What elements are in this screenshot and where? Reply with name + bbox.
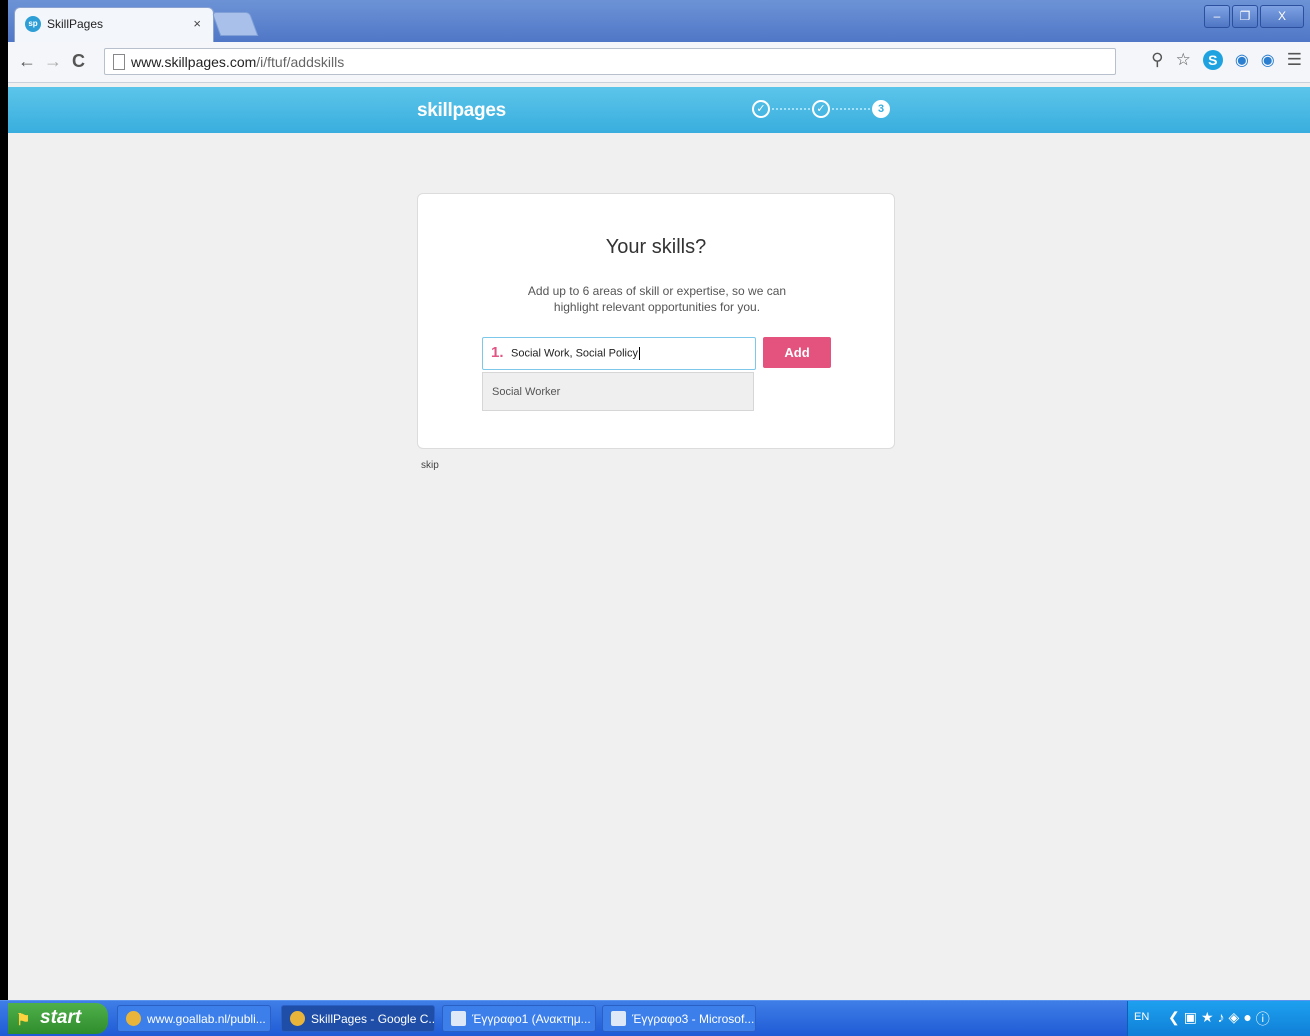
- step-connector: [772, 108, 810, 110]
- step-3-current: 3: [872, 100, 890, 118]
- skill-input[interactable]: 1. Social Work, Social Policy: [482, 337, 756, 370]
- step-connector: [832, 108, 870, 110]
- tab-skillpages[interactable]: sp SkillPages ×: [14, 7, 214, 42]
- chrome-icon: [126, 1011, 141, 1026]
- skill-input-text: Social Work, Social Policy: [511, 347, 638, 360]
- new-tab-button[interactable]: [211, 12, 259, 36]
- tab-strip: sp SkillPages × – ❐ X: [8, 0, 1310, 42]
- word-icon: [451, 1011, 466, 1026]
- page-icon: [113, 54, 125, 70]
- task-label: www.goallab.nl/publi...: [147, 1012, 266, 1026]
- task-label: Έγγραφο1 (Ανακτημ...: [472, 1012, 591, 1026]
- progress-steps: ✓ ✓ 3: [752, 97, 890, 121]
- info-icon[interactable]: ⓘ: [1256, 1009, 1270, 1029]
- restore-button[interactable]: ❐: [1232, 5, 1258, 28]
- text-cursor: [638, 347, 640, 360]
- site-header: skillpages ✓ ✓ 3: [8, 87, 1310, 133]
- skills-description: Add up to 6 areas of skill or expertise,…: [527, 284, 787, 314]
- skills-card: Your skills? Add up to 6 areas of skill …: [417, 193, 895, 449]
- taskbar-item-skillpages[interactable]: SkillPages - Google C...: [281, 1005, 435, 1032]
- tray-icons: ❮ ▣ ★ ♪ ◈ ● ⓘ: [1168, 1009, 1270, 1029]
- window-controls: – ❐ X: [1204, 5, 1304, 28]
- language-indicator[interactable]: EN: [1134, 1011, 1149, 1023]
- star-icon[interactable]: ☆: [1176, 50, 1191, 70]
- word-icon: [611, 1011, 626, 1026]
- skill-number: 1.: [491, 344, 504, 361]
- windows-taskbar: ⚑ start www.goallab.nl/publi... SkillPag…: [0, 1000, 1310, 1036]
- tab-title: SkillPages: [47, 17, 104, 31]
- start-label: start: [40, 1007, 82, 1028]
- browser-toolbar: ← → C www.skillpages.com/i/ftuf/addskill…: [8, 42, 1310, 83]
- autocomplete-dropdown: Social Worker: [482, 372, 754, 411]
- url-text: www.skillpages.com/i/ftuf/addskills: [131, 54, 344, 70]
- skillpages-favicon-icon: sp: [25, 16, 41, 32]
- extension-icon-2[interactable]: ◉: [1261, 50, 1275, 70]
- task-label: Έγγραφο3 - Microsof...: [632, 1012, 755, 1026]
- windows-logo-icon: ⚑: [16, 1012, 31, 1029]
- tray-expand-icon[interactable]: ❮: [1168, 1009, 1180, 1029]
- site-logo[interactable]: skillpages: [417, 100, 506, 122]
- start-button[interactable]: ⚑ start: [8, 1003, 108, 1034]
- security-icon[interactable]: ◈: [1229, 1009, 1240, 1029]
- skill-input-value: Social Work, Social Policy: [511, 347, 640, 360]
- tab-close-icon[interactable]: ×: [193, 16, 201, 31]
- skip-link[interactable]: skip: [421, 460, 439, 471]
- close-window-button[interactable]: X: [1260, 5, 1304, 28]
- back-arrow-icon[interactable]: ←: [18, 51, 36, 72]
- toolbar-icons: ⚲ ☆ S ◉ ◉ ☰: [1151, 50, 1302, 70]
- address-bar[interactable]: www.skillpages.com/i/ftuf/addskills: [104, 48, 1116, 75]
- suggestion-item[interactable]: Social Worker: [492, 386, 560, 398]
- minimize-button[interactable]: –: [1204, 5, 1230, 28]
- update-icon[interactable]: ●: [1243, 1009, 1251, 1029]
- menu-icon[interactable]: ☰: [1287, 50, 1302, 70]
- step-2-check-icon: ✓: [812, 100, 830, 118]
- page-title: Your skills?: [605, 236, 707, 258]
- zoom-icon[interactable]: ⚲: [1151, 50, 1163, 70]
- system-tray: EN ❮ ▣ ★ ♪ ◈ ● ⓘ: [1127, 1001, 1310, 1036]
- url-host: www.skillpages.com: [131, 54, 257, 70]
- taskbar-item-word-2[interactable]: Έγγραφο3 - Microsof...: [602, 1005, 756, 1032]
- step-1-check-icon: ✓: [752, 100, 770, 118]
- task-label: SkillPages - Google C...: [311, 1012, 435, 1026]
- network-icon[interactable]: ▣: [1184, 1009, 1197, 1029]
- browser-window: sp SkillPages × – ❐ X ← → C www.skillpag…: [8, 0, 1310, 1035]
- skype-icon[interactable]: S: [1202, 50, 1223, 70]
- star-tray-icon[interactable]: ★: [1201, 1009, 1214, 1029]
- volume-icon[interactable]: ♪: [1218, 1009, 1225, 1029]
- url-path: /i/ftuf/addskills: [256, 54, 345, 70]
- reload-icon[interactable]: C: [72, 51, 85, 72]
- forward-arrow-icon[interactable]: →: [44, 51, 62, 72]
- add-button[interactable]: Add: [763, 337, 831, 368]
- taskbar-item-word-1[interactable]: Έγγραφο1 (Ανακτημ...: [442, 1005, 596, 1032]
- chrome-icon: [290, 1011, 305, 1026]
- taskbar-item-goallab[interactable]: www.goallab.nl/publi...: [117, 1005, 271, 1032]
- extension-icon[interactable]: ◉: [1235, 50, 1249, 70]
